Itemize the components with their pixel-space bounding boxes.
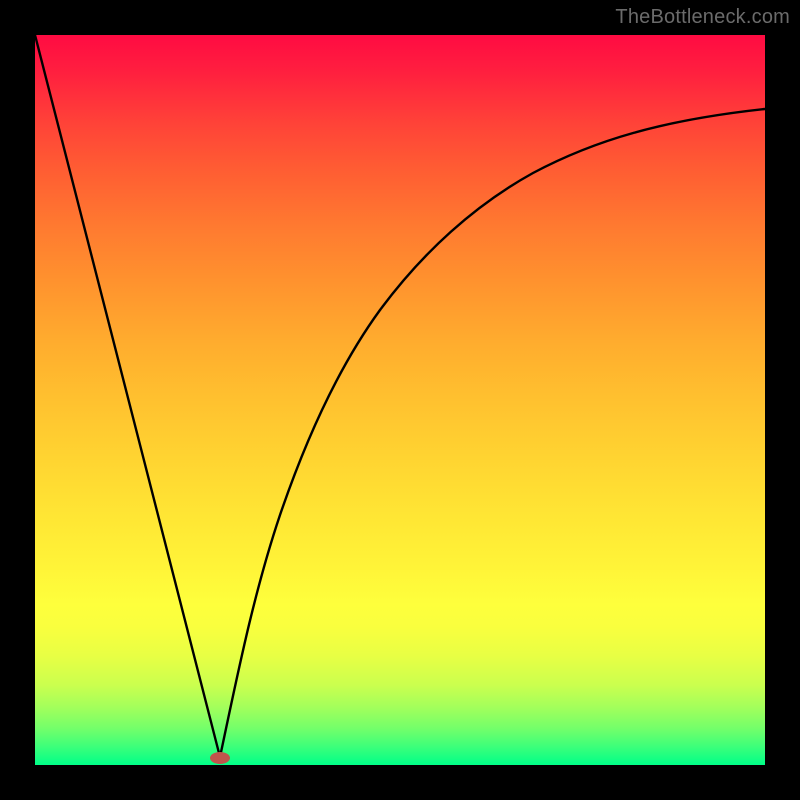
attribution-text: TheBottleneck.com (615, 6, 790, 29)
chart-frame: TheBottleneck.com (0, 0, 800, 800)
curve-layer (35, 35, 765, 765)
bottleneck-curve (35, 35, 765, 757)
minimum-marker (210, 752, 230, 764)
plot-area (35, 35, 765, 765)
